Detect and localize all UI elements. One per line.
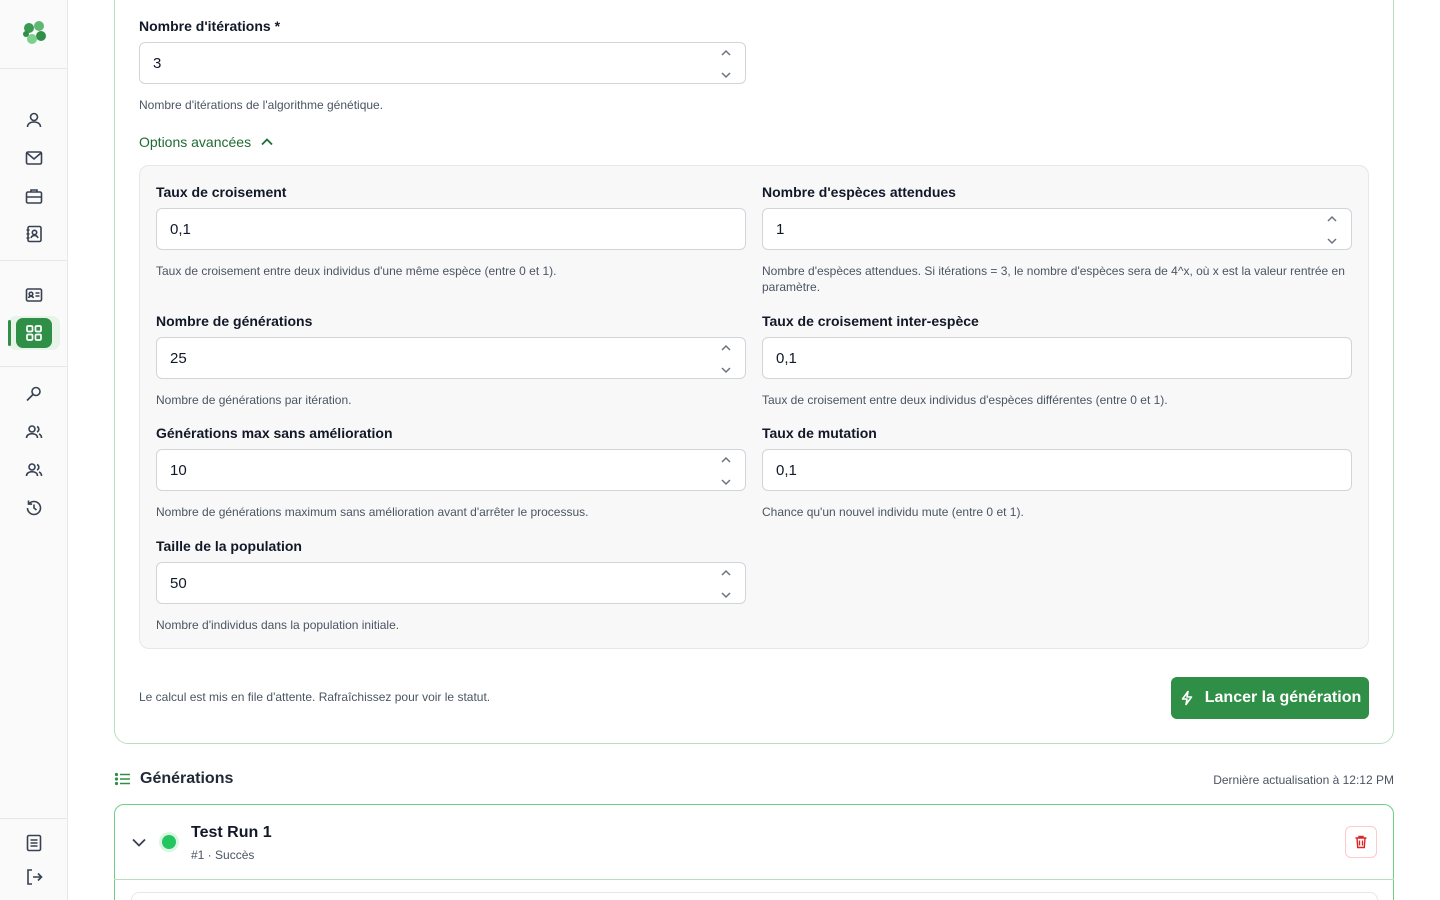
sidebar-divider xyxy=(0,68,67,69)
queue-footnote: Le calcul est mis en file d'attente. Raf… xyxy=(139,690,491,704)
document-list-icon[interactable] xyxy=(22,831,46,855)
chevron-up-icon[interactable] xyxy=(720,47,732,59)
crossover-rate-value: 0,1 xyxy=(170,220,191,238)
inter-species-crossover-input[interactable]: 0,1 xyxy=(762,337,1352,379)
inter-species-crossover-label: Taux de croisement inter-espèce xyxy=(762,313,979,329)
chevron-down-icon[interactable] xyxy=(720,364,732,376)
iterations-input[interactable]: 3 xyxy=(139,42,746,84)
id-card-icon[interactable] xyxy=(22,283,46,307)
sidebar xyxy=(0,0,68,900)
logout-icon[interactable] xyxy=(22,865,46,889)
list-item[interactable] xyxy=(114,804,1394,900)
sidebar-divider xyxy=(0,260,67,261)
chevron-up-icon xyxy=(261,138,273,146)
generations-value: 25 xyxy=(170,349,187,367)
chevron-down-icon[interactable] xyxy=(720,589,732,601)
expected-species-value: 1 xyxy=(776,220,785,238)
run-name: Test Run 1 xyxy=(191,824,272,841)
expected-species-help-line1: Nombre d'espèces attendues. Si itération… xyxy=(762,264,1345,278)
expected-species-help-line2: paramètre. xyxy=(762,280,821,294)
chevron-up-icon[interactable] xyxy=(720,342,732,354)
expected-species-input[interactable]: 1 xyxy=(762,208,1352,250)
mutation-rate-label: Taux de mutation xyxy=(762,425,877,441)
expected-species-stepper[interactable] xyxy=(1325,213,1339,247)
crossover-rate-label: Taux de croisement xyxy=(156,184,287,200)
population-size-label: Taille de la population xyxy=(156,538,302,554)
crossover-rate-input[interactable]: 0,1 xyxy=(156,208,746,250)
mail-icon[interactable] xyxy=(22,146,46,170)
sidebar-divider xyxy=(0,818,67,819)
chevron-up-icon[interactable] xyxy=(720,567,732,579)
chevron-down-icon[interactable] xyxy=(1326,235,1338,247)
population-size-value: 50 xyxy=(170,574,187,592)
chevron-down-icon[interactable] xyxy=(130,833,148,856)
expected-species-help: Nombre d'espèces attendues. Si itération… xyxy=(762,263,1352,295)
sidebar-active-indicator xyxy=(8,320,11,346)
users-icon[interactable] xyxy=(22,420,46,444)
briefcase-icon[interactable] xyxy=(22,184,46,208)
sidebar-divider xyxy=(0,366,67,367)
launch-generation-label: Lancer la génération xyxy=(1204,689,1362,706)
generations-label: Nombre de générations xyxy=(156,313,313,329)
generations-title-text: Générations xyxy=(140,770,234,787)
generations-help: Nombre de générations par itération. xyxy=(156,393,352,407)
user-icon[interactable] xyxy=(22,108,46,132)
chevron-down-icon[interactable] xyxy=(720,69,732,81)
mutation-rate-input[interactable]: 0,1 xyxy=(762,449,1352,491)
trash-icon xyxy=(1355,835,1367,849)
team-icon[interactable] xyxy=(22,458,46,482)
mutation-rate-help: Chance qu'un nouvel individu mute (entre… xyxy=(762,505,1024,519)
expected-species-label: Nombre d'espèces attendues xyxy=(762,184,956,200)
lightning-icon xyxy=(1181,690,1193,706)
advanced-options-toggle[interactable]: Options avancées xyxy=(139,134,275,150)
iterations-value: 3 xyxy=(153,54,162,72)
run-details-panel xyxy=(131,892,1378,900)
advanced-options-label: Options avancées xyxy=(139,134,252,150)
max-no-improvement-input[interactable]: 10 xyxy=(156,449,746,491)
iterations-stepper[interactable] xyxy=(719,47,733,81)
max-no-improvement-stepper[interactable] xyxy=(719,454,733,488)
mutation-rate-value: 0,1 xyxy=(776,461,797,479)
chevron-up-icon[interactable] xyxy=(720,454,732,466)
population-size-help: Nombre d'individus dans la population in… xyxy=(156,618,400,632)
max-no-improvement-label: Générations max sans amélioration xyxy=(156,425,393,441)
chevron-up-icon[interactable] xyxy=(1326,213,1338,225)
run-meta: #1 · Succès xyxy=(191,848,255,862)
run-card-divider xyxy=(114,879,1394,880)
max-no-improvement-help: Nombre de générations maximum sans améli… xyxy=(156,505,589,519)
last-updated-text: Dernière actualisation à 12:12 PM xyxy=(1213,773,1394,787)
chevron-down-icon[interactable] xyxy=(720,476,732,488)
generations-stepper[interactable] xyxy=(719,342,733,376)
inter-species-crossover-help: Taux de croisement entre deux individus … xyxy=(762,393,1168,407)
generations-section-title: Générations xyxy=(114,770,233,788)
max-no-improvement-value: 10 xyxy=(170,461,187,479)
generations-input[interactable]: 25 xyxy=(156,337,746,379)
search-person-icon[interactable] xyxy=(22,382,46,406)
list-icon xyxy=(114,772,130,786)
iterations-label: Nombre d'itérations * xyxy=(139,18,281,34)
delete-run-button[interactable] xyxy=(1345,826,1377,858)
inter-species-crossover-value: 0,1 xyxy=(776,349,797,367)
launch-generation-button[interactable]: Lancer la génération xyxy=(1171,677,1369,719)
status-success-dot xyxy=(162,835,176,849)
app-logo-icon[interactable] xyxy=(20,19,48,47)
history-icon[interactable] xyxy=(22,496,46,520)
iterations-help: Nombre d'itérations de l'algorithme géné… xyxy=(139,98,384,112)
crossover-rate-help: Taux de croisement entre deux individus … xyxy=(156,264,557,278)
dashboard-grid-icon[interactable] xyxy=(16,318,52,348)
population-size-input[interactable]: 50 xyxy=(156,562,746,604)
population-size-stepper[interactable] xyxy=(719,567,733,601)
contact-book-icon[interactable] xyxy=(22,222,46,246)
